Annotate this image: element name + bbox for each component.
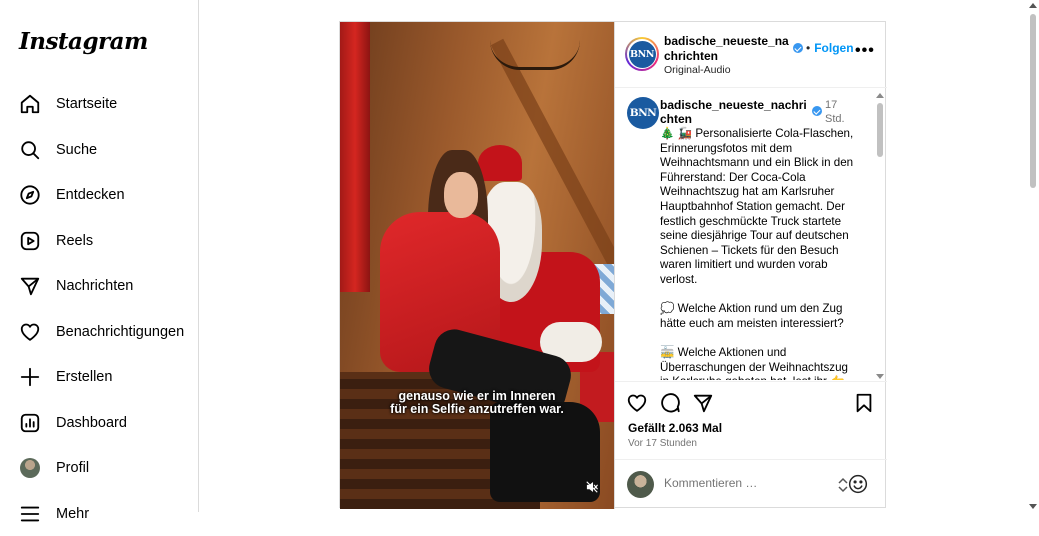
sidebar-item-label: Benachrichtigungen — [56, 324, 185, 340]
emoji-icon[interactable] — [848, 474, 868, 494]
verified-badge-icon — [812, 106, 822, 116]
sidebar-item-home[interactable]: Startseite — [12, 82, 188, 126]
comment-author-avatar[interactable]: BNN — [627, 97, 659, 129]
more-options-icon[interactable]: ••• — [855, 42, 875, 60]
comment-time: 17 Std. — [825, 99, 845, 125]
sidebar-item-messages[interactable]: Nachrichten — [12, 264, 188, 308]
comment-input[interactable] — [664, 476, 824, 490]
scroll-up-icon[interactable] — [1029, 3, 1037, 8]
sidebar-item-search[interactable]: Suche — [12, 128, 188, 172]
post-details: BNN badische_neueste_nachrichten • Folgen… — [614, 22, 887, 509]
comment-form — [615, 459, 887, 509]
sidebar-item-label: Reels — [56, 233, 94, 249]
author-username[interactable]: badische_neueste_nachrichten — [664, 34, 794, 64]
scroll-thumb[interactable] — [877, 103, 883, 157]
post: genauso wie er im Inneren für ein Selfie… — [339, 21, 887, 509]
sidebar-item-label: Erstellen — [56, 369, 113, 385]
share-icon[interactable] — [692, 392, 716, 416]
scroll-thumb[interactable] — [1030, 14, 1036, 188]
post-timestamp[interactable]: Vor 17 Stunden — [628, 438, 697, 449]
home-icon — [18, 92, 42, 116]
compass-icon — [18, 183, 42, 207]
likes-count[interactable]: Gefällt 2.063 Mal — [628, 421, 722, 435]
sidebar-item-reels[interactable]: Reels — [12, 219, 188, 263]
sidebar-item-label: Startseite — [56, 96, 118, 112]
comments-scrollbar[interactable] — [873, 91, 885, 381]
author-avatar[interactable]: BNN — [625, 37, 659, 71]
menu-icon — [18, 502, 42, 526]
sidebar: Instagram Startseite Suche Entdecken Ree… — [0, 0, 199, 522]
profile-avatar — [18, 456, 42, 480]
sidebar-item-label: Suche — [56, 142, 98, 158]
video-subtitle: genauso wie er im Inneren für ein Selfie… — [390, 389, 564, 416]
mute-icon[interactable] — [582, 477, 602, 497]
plus-icon — [18, 365, 42, 389]
save-icon[interactable] — [853, 392, 877, 416]
sidebar-item-label: Dashboard — [56, 415, 127, 431]
post-caption-text: 🎄 🚂 Personalisierte Cola-Flaschen, Erinn… — [660, 127, 854, 380]
page-scrollbar[interactable] — [1027, 0, 1039, 512]
post-header: BNN badische_neueste_nachrichten • Folgen… — [615, 22, 887, 88]
comment-author-username[interactable]: badische_neueste_nachrichten — [660, 98, 812, 126]
resize-stepper-icon[interactable] — [838, 477, 848, 493]
post-video[interactable]: genauso wie er im Inneren für ein Selfie… — [340, 22, 614, 509]
reels-icon — [18, 229, 42, 253]
sidebar-item-label: Mehr — [56, 506, 90, 522]
follow-button[interactable]: • Folgen — [806, 41, 854, 55]
sidebar-item-label: Entdecken — [56, 187, 125, 203]
sidebar-item-label: Nachrichten — [56, 278, 134, 294]
scroll-up-icon[interactable] — [876, 93, 884, 98]
scroll-down-icon[interactable] — [876, 374, 884, 379]
sidebar-item-profile[interactable]: Profil — [12, 446, 188, 490]
heart-icon — [18, 320, 42, 344]
post-actions: Gefällt 2.063 Mal Vor 17 Stunden — [615, 381, 887, 451]
sidebar-item-explore[interactable]: Entdecken — [12, 173, 188, 217]
sidebar-item-notifications[interactable]: Benachrichtigungen — [12, 310, 188, 354]
current-user-avatar — [627, 471, 654, 498]
like-icon[interactable] — [626, 392, 650, 416]
send-icon — [18, 274, 42, 298]
comment-icon[interactable] — [659, 392, 683, 416]
comments-panel[interactable]: BNN badische_neueste_nachrichten 17 Std.… — [615, 89, 887, 380]
sidebar-item-create[interactable]: Erstellen — [12, 355, 188, 399]
audio-link[interactable]: Original-Audio — [664, 64, 731, 76]
sidebar-item-dashboard[interactable]: Dashboard — [12, 401, 188, 445]
scroll-down-icon[interactable] — [1029, 504, 1037, 509]
sidebar-item-more[interactable]: Mehr — [12, 492, 188, 536]
sidebar-item-label: Profil — [56, 460, 90, 476]
dashboard-icon — [18, 411, 42, 435]
instagram-logo[interactable]: Instagram — [19, 28, 148, 55]
video-scene — [340, 22, 370, 292]
search-icon — [18, 138, 42, 162]
verified-badge-icon — [793, 43, 803, 53]
